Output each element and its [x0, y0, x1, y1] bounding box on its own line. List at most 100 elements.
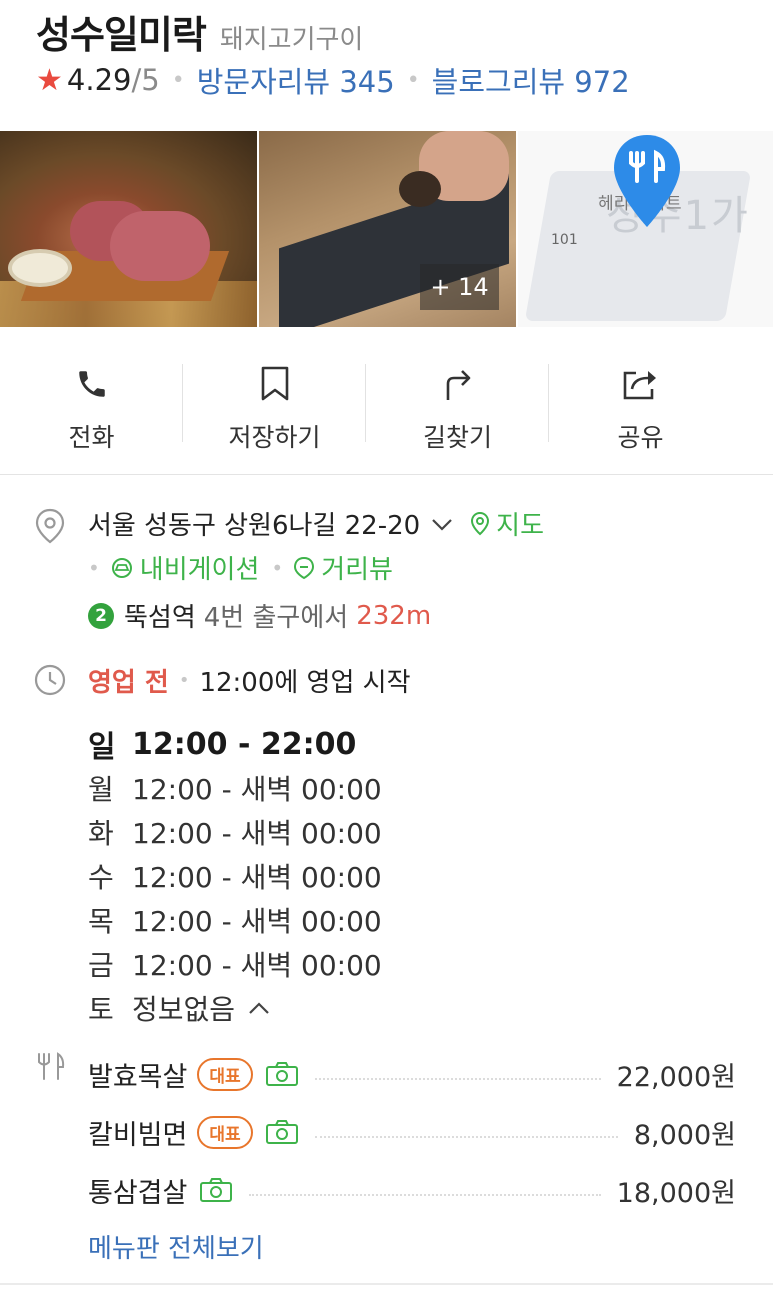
photo-strip: + 14 성수1가 헤리 아파트 101	[0, 131, 773, 327]
hours-day: 일	[88, 730, 116, 765]
hours-time: 12:00 - 새벽 00:00	[132, 817, 382, 850]
hours-row: 목 12:00 - 새벽 00:00	[88, 898, 382, 942]
save-button[interactable]: 저장하기	[183, 344, 366, 454]
action-bar: 전화 저장하기 길찾기 공유	[0, 344, 773, 454]
subway-station: 뚝섬역	[124, 603, 196, 633]
menu-list: 발효목살 대표 22,000원 칼비빔면 대표 8,000원 통삼겹살 18,0…	[88, 1045, 736, 1219]
menu-item[interactable]: 칼비빔면 대표 8,000원	[88, 1103, 736, 1161]
navigation-label: 내비게이션	[139, 555, 260, 585]
visitor-reviews-link[interactable]: 방문자리뷰 345	[197, 59, 395, 101]
location-pin-icon	[35, 508, 65, 544]
section-divider	[0, 1283, 773, 1285]
call-button[interactable]: 전화	[0, 344, 183, 454]
place-title: 성수일미락	[36, 13, 207, 57]
blog-reviews-link[interactable]: 블로그리뷰 972	[432, 59, 630, 101]
streetview-link[interactable]: 거리뷰	[293, 549, 393, 586]
place-category: 돼지고기구이	[219, 25, 364, 55]
map-link[interactable]: 지도	[470, 505, 544, 542]
hours-time: 정보없음	[132, 993, 236, 1026]
address-text: 서울 성동구 상원6나길 22-20	[88, 511, 421, 541]
hours-time: 12:00 - 새벽 00:00	[132, 773, 382, 806]
chevron-up-icon[interactable]	[247, 1000, 271, 1016]
hours-time: 12:00 - 새벽 00:00	[132, 949, 382, 982]
navigation-row: • 내비게이션 • 거리뷰	[88, 549, 393, 586]
directions-icon	[442, 364, 474, 404]
cutlery-icon	[38, 1052, 65, 1080]
hours-day: 토	[88, 993, 114, 1026]
separator-dot: •	[88, 555, 100, 580]
hours-row: 금 12:00 - 새벽 00:00	[88, 942, 382, 986]
camera-icon	[265, 1061, 299, 1087]
camera-icon	[199, 1177, 233, 1203]
menu-item[interactable]: 발효목살 대표 22,000원	[88, 1045, 736, 1103]
hours-day: 수	[88, 861, 114, 894]
separator-dot: •	[178, 670, 190, 691]
menu-item-name: 칼비빔면	[88, 1119, 188, 1151]
save-label: 저장하기	[228, 423, 321, 452]
share-icon	[622, 364, 660, 404]
map-marker-icon	[471, 511, 490, 535]
clock-icon	[34, 664, 66, 696]
hours-day: 금	[88, 949, 114, 982]
share-label: 공유	[617, 423, 664, 452]
rating-row: ★ 4.29 /5 • 방문자리뷰 345 • 블로그리뷰 972	[36, 60, 753, 100]
view-full-menu-link[interactable]: 메뉴판 전체보기	[88, 1228, 264, 1265]
menu-item-price: 22,000원	[616, 1061, 736, 1093]
subway-exit: 4번 출구에서	[203, 603, 349, 633]
hours-day: 화	[88, 817, 114, 850]
map-link-label: 지도	[496, 511, 545, 541]
separator-dot: •	[171, 67, 185, 93]
menu-item-price: 18,000원	[616, 1177, 736, 1209]
phone-icon	[75, 364, 109, 404]
menu-item-name: 통삼겹살	[88, 1177, 188, 1209]
camera-icon	[265, 1119, 299, 1145]
menu-item[interactable]: 통삼겹살 18,000원	[88, 1161, 736, 1219]
hours-row: 수 12:00 - 새벽 00:00	[88, 854, 382, 898]
star-icon: ★	[36, 62, 63, 98]
car-icon	[111, 557, 132, 578]
hours-row: 화 12:00 - 새벽 00:00	[88, 810, 382, 854]
hours-day: 월	[88, 773, 114, 806]
streetview-icon	[294, 556, 315, 579]
hours-row: 일 12:00 - 22:00	[88, 722, 382, 766]
hours-time: 12:00 - 22:00	[132, 726, 357, 762]
menu-item-name: 발효목살	[88, 1061, 188, 1093]
subway-line-badge: 2	[88, 602, 114, 629]
dotted-leader	[314, 1136, 618, 1138]
place-header: 성수일미락 돼지고기구이 ★ 4.29 /5 • 방문자리뷰 345 • 블로그…	[36, 4, 753, 100]
separator-dot: •	[271, 555, 284, 580]
navigation-link[interactable]: 내비게이션	[110, 549, 260, 586]
hours-list: 일 12:00 - 22:00 월 12:00 - 새벽 00:00 화 12:…	[88, 722, 382, 1030]
chevron-down-icon[interactable]	[430, 509, 454, 539]
directions-button[interactable]: 길찾기	[366, 344, 549, 454]
hours-day: 목	[88, 905, 114, 938]
directions-label: 길찾기	[422, 423, 492, 452]
signature-badge: 대표	[197, 1057, 253, 1091]
call-label: 전화	[68, 423, 115, 452]
rating-max: /5	[131, 63, 160, 97]
dotted-leader	[249, 1194, 601, 1196]
bookmark-icon	[260, 364, 290, 404]
business-status: 영업 전	[88, 668, 169, 698]
streetview-label: 거리뷰	[321, 555, 393, 585]
menu-item-price: 8,000원	[633, 1119, 736, 1151]
map-number-label: 101	[551, 232, 578, 248]
share-button[interactable]: 공유	[549, 344, 732, 454]
rating-score: 4.29	[66, 63, 132, 97]
section-divider	[0, 474, 773, 475]
business-status-detail: 12:00에 영업 시작	[199, 668, 411, 698]
photo-meat[interactable]	[0, 131, 257, 327]
signature-badge: 대표	[197, 1115, 253, 1149]
hours-row: 토 정보없음	[88, 986, 382, 1030]
address-row[interactable]: 서울 성동구 상원6나길 22-20 지도	[88, 505, 544, 542]
hours-status-row[interactable]: 영업 전 • 12:00에 영업 시작	[88, 662, 411, 699]
hours-time: 12:00 - 새벽 00:00	[132, 861, 382, 894]
separator-dot: •	[406, 67, 420, 93]
hours-row: 월 12:00 - 새벽 00:00	[88, 766, 382, 810]
photo-truffle[interactable]: + 14	[259, 131, 516, 327]
more-photos-count[interactable]: + 14	[420, 264, 499, 310]
subway-row: 2 뚝섬역 4번 출구에서 232m	[88, 597, 431, 634]
dotted-leader	[314, 1078, 601, 1080]
hours-time: 12:00 - 새벽 00:00	[132, 905, 382, 938]
map-thumbnail[interactable]: 성수1가 헤리 아파트 101	[518, 131, 773, 327]
